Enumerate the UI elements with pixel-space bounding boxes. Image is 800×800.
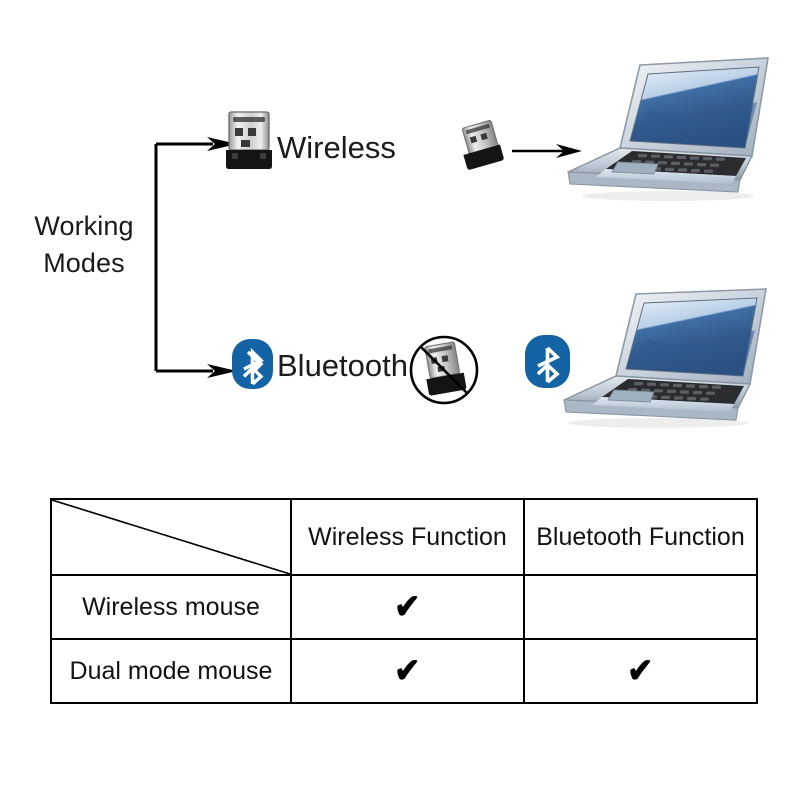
corner-diagonal-line: [52, 500, 290, 574]
checkmark-icon: ✔: [394, 587, 421, 626]
checkmark-icon: ✔: [627, 651, 654, 690]
table-corner-cell: [50, 498, 292, 576]
mode-label-wireless: Wireless: [277, 130, 396, 165]
laptop-icon: [567, 57, 769, 201]
working-modes-title: Working Modes: [14, 208, 154, 282]
row-label-dual-mode-mouse: Dual mode mouse: [50, 638, 292, 704]
working-modes-title-line-1: Working: [34, 211, 134, 241]
diagram-canvas: Working Modes Wireless Bluetooth Wireles…: [0, 0, 800, 800]
cell-dual-mode-mouse-wireless-function: ✔: [290, 638, 525, 704]
table-row: Wireless mouse ✔: [50, 574, 758, 640]
column-header-wireless-function: Wireless Function: [290, 498, 525, 576]
cell-wireless-mouse-wireless-function: ✔: [290, 574, 525, 640]
cell-dual-mode-mouse-bluetooth-function: ✔: [523, 638, 758, 704]
laptop-icon-bluetooth: [563, 288, 767, 428]
bluetooth-icon: [232, 339, 273, 389]
table-header-row: Wireless Function Bluetooth Function: [50, 498, 758, 576]
checkmark-icon: ✔: [394, 651, 421, 690]
compatibility-table: Wireless Function Bluetooth Function Wir…: [50, 498, 758, 704]
usb-dongle-blocked-icon: [409, 335, 479, 405]
usb-dongle-icon: [226, 111, 272, 169]
mode-label-bluetooth: Bluetooth: [277, 348, 408, 383]
working-modes-title-line-2: Modes: [43, 248, 125, 278]
row-label-wireless-mouse: Wireless mouse: [50, 574, 292, 640]
usb-dongle-icon-laptop: [461, 120, 504, 170]
cell-wireless-mouse-bluetooth-function: [523, 574, 758, 640]
column-header-bluetooth-function: Bluetooth Function: [523, 498, 758, 576]
table-row: Dual mode mouse ✔ ✔: [50, 638, 758, 704]
